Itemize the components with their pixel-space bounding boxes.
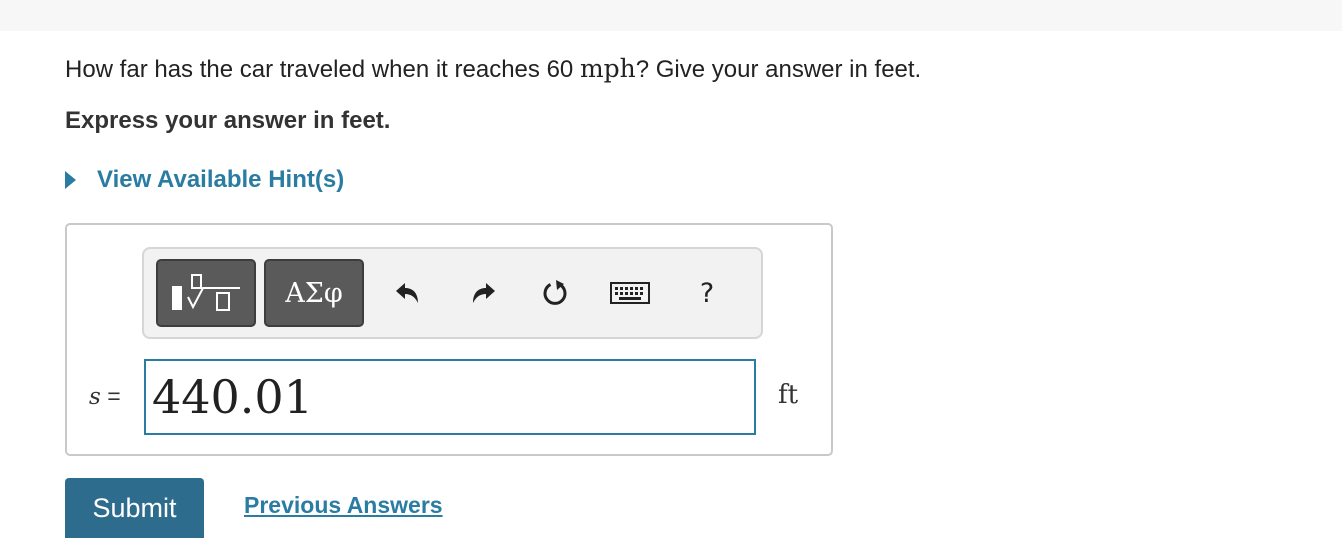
answer-input[interactable]: 440.01 [144,359,756,435]
caret-right-icon [65,171,76,189]
view-hints-toggle[interactable]: View Available Hint(s) [65,166,344,194]
view-hints-label: View Available Hint(s) [97,166,345,193]
undo-button[interactable] [387,271,427,315]
question-text-after: ? Give your answer in feet. [635,56,922,83]
greek-symbols-button[interactable]: ΑΣφ [264,259,364,327]
greek-symbols-label: ΑΣφ [285,277,343,309]
keyboard-button[interactable] [606,271,654,315]
reset-button[interactable] [535,271,575,315]
templates-button[interactable] [156,259,256,327]
templates-icon [172,274,240,311]
question-text: How far has the car traveled when it rea… [65,54,921,84]
answer-box: ΑΣφ ? s = 440.01 ft [65,223,833,456]
redo-icon [473,283,495,303]
equals-sign: = [107,383,121,409]
answer-variable: s [89,384,101,410]
help-icon: ? [699,277,715,309]
previous-answers-link[interactable]: Previous Answers [244,492,443,519]
help-button[interactable]: ? [687,271,727,315]
top-bar [0,0,1342,31]
submit-button[interactable]: Submit [65,478,204,538]
redo-button[interactable] [464,271,504,315]
math-toolbar: ΑΣφ ? [142,247,763,339]
answer-instruction: Express your answer in feet. [65,107,391,134]
undo-icon [396,283,418,303]
keyboard-icon [610,282,650,304]
answer-variable-label: s = [89,383,121,410]
answer-unit: ft [778,380,799,410]
reset-icon [543,280,567,305]
question-math-unit: mph [579,54,636,83]
question-text-before: How far has the car traveled when it rea… [65,56,580,83]
